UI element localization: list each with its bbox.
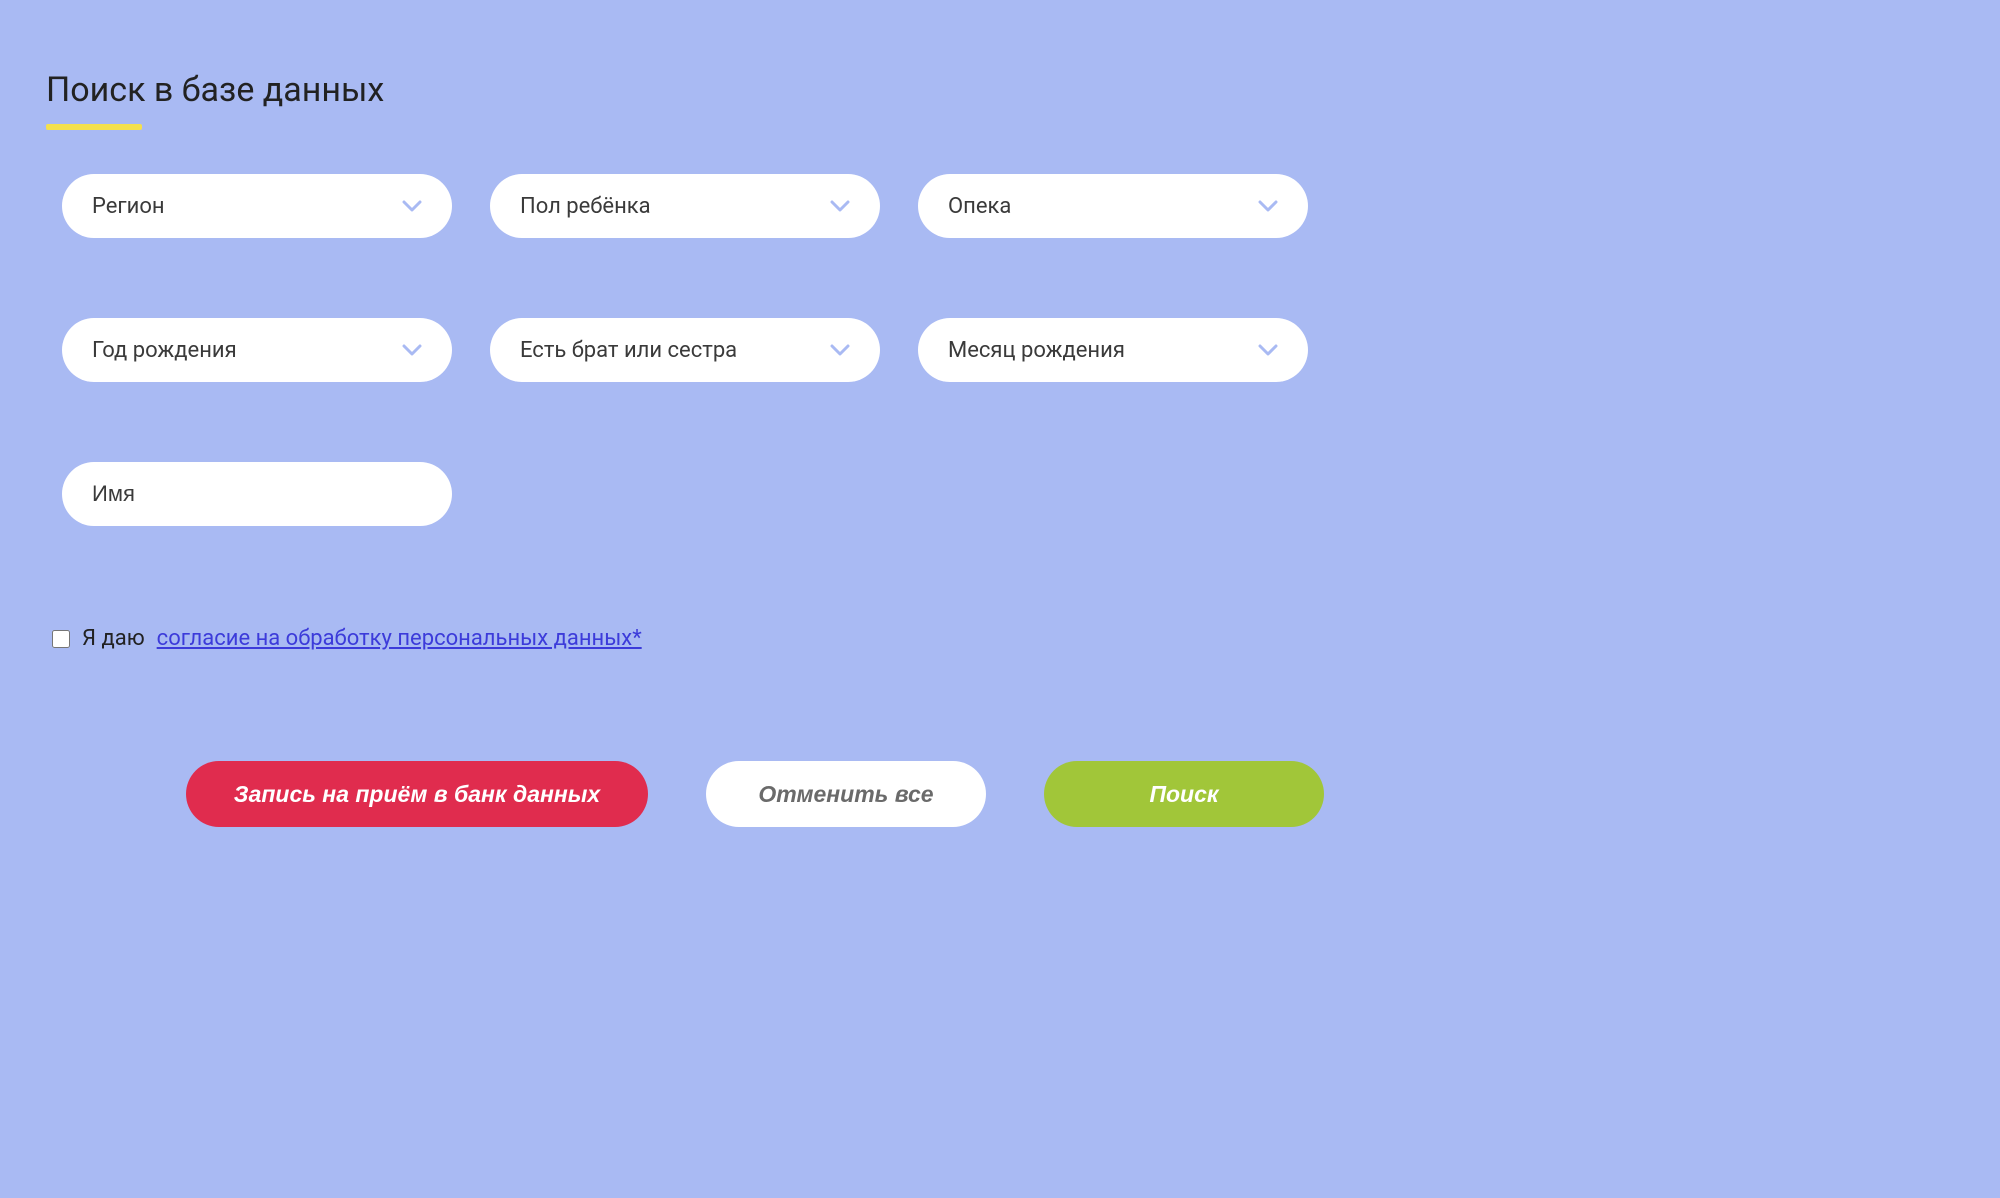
consent-checkbox[interactable] <box>52 630 70 648</box>
gender-select[interactable]: Пол ребёнка <box>490 174 880 238</box>
chevron-down-icon <box>1258 343 1278 357</box>
birth-month-select-label: Месяц рождения <box>948 338 1258 363</box>
chevron-down-icon <box>402 343 422 357</box>
birth-year-select-label: Год рождения <box>92 338 402 363</box>
birth-year-select[interactable]: Год рождения <box>62 318 452 382</box>
siblings-select-label: Есть брат или сестра <box>520 338 830 363</box>
chevron-down-icon <box>830 199 850 213</box>
chevron-down-icon <box>830 343 850 357</box>
region-select[interactable]: Регион <box>62 174 452 238</box>
chevron-down-icon <box>1258 199 1278 213</box>
appointment-button[interactable]: Запись на приём в банк данных <box>186 761 648 827</box>
birth-month-select[interactable]: Месяц рождения <box>918 318 1308 382</box>
consent-prefix: Я даю <box>82 626 145 651</box>
region-select-label: Регион <box>92 194 402 219</box>
reset-button[interactable]: Отменить все <box>706 761 986 827</box>
name-input-wrap[interactable] <box>62 462 452 526</box>
search-button[interactable]: Поиск <box>1044 761 1324 827</box>
consent-row: Я даю согласие на обработку персональных… <box>52 626 1954 651</box>
name-input[interactable] <box>92 481 422 507</box>
filter-grid: Регион Пол ребёнка Опека Год рождения Ес… <box>62 174 1954 526</box>
guardianship-select-label: Опека <box>948 194 1258 219</box>
consent-link[interactable]: согласие на обработку персональных данны… <box>157 626 642 651</box>
siblings-select[interactable]: Есть брат или сестра <box>490 318 880 382</box>
button-row: Запись на приём в банк данных Отменить в… <box>186 761 1954 827</box>
page-title: Поиск в базе данных <box>46 70 384 130</box>
gender-select-label: Пол ребёнка <box>520 194 830 219</box>
guardianship-select[interactable]: Опека <box>918 174 1308 238</box>
chevron-down-icon <box>402 199 422 213</box>
